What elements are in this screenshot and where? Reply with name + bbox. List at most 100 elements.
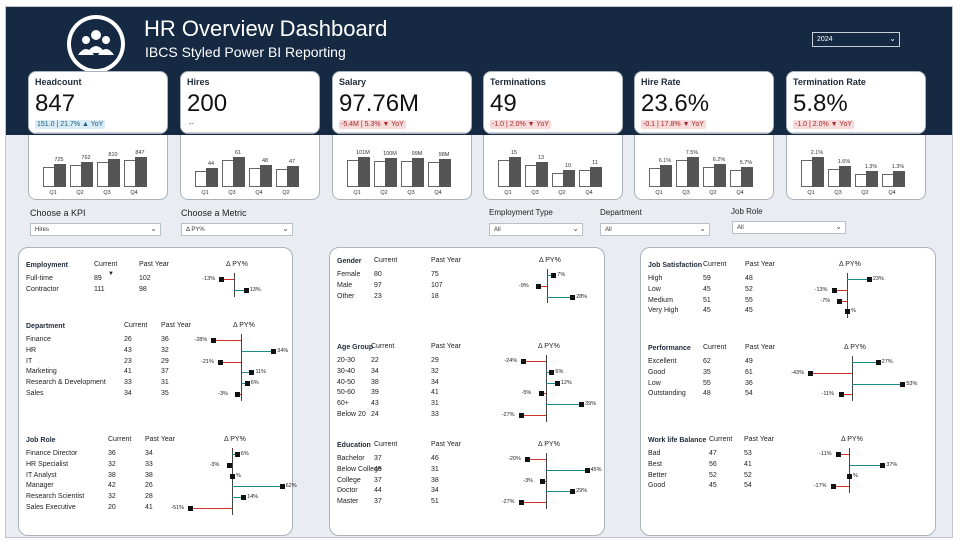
row-past-year-value: 102 — [139, 275, 151, 282]
metric-slicer-label: Choose a Metric — [181, 208, 247, 218]
row-category: Other — [337, 292, 355, 300]
table-row[interactable]: HR Specialist 32 33 — [26, 461, 232, 472]
kpi-card-hires[interactable]: Hires 200 -- — [180, 71, 320, 134]
variance-label: 11% — [255, 369, 267, 376]
kpi-divider — [35, 132, 161, 133]
bar-current — [385, 157, 397, 187]
table-row[interactable]: Sales Executive 20 41 — [26, 504, 232, 515]
row-current-value: 43 — [124, 346, 132, 354]
current-column-header[interactable]: Current — [703, 344, 726, 351]
table-row[interactable]: 30-40 34 32 — [337, 368, 546, 379]
delta-column-header: Δ PY% — [841, 436, 863, 443]
table-row[interactable]: Below College 45 31 — [337, 466, 546, 477]
department-slicer[interactable]: All ⌄ — [600, 223, 710, 236]
variance-pin — [188, 506, 194, 511]
table-row[interactable]: Marketing 41 37 — [26, 368, 241, 379]
variance-label: 34% — [277, 347, 289, 354]
past-year-column-header[interactable]: Past Year — [745, 344, 775, 351]
table-row[interactable]: Medium 51 55 — [648, 297, 847, 308]
past-year-column-header[interactable]: Past Year — [145, 436, 175, 443]
row-current-value: 45 — [703, 307, 711, 315]
table-row[interactable]: Manager 42 26 — [26, 482, 232, 493]
year-dropdown[interactable]: 2024 ⌄ — [812, 32, 900, 47]
table-row[interactable]: Finance 26 36 — [26, 336, 241, 347]
variance-label: -27% — [501, 412, 515, 418]
table-row[interactable]: Contractor 111 98 — [26, 286, 234, 297]
variance-label: -3% — [218, 391, 228, 397]
table-row[interactable]: 60+ 43 31 — [337, 400, 546, 411]
metric-slicer[interactable]: Δ PY% ⌄ — [181, 223, 293, 236]
current-column-header[interactable]: Current — [94, 261, 117, 268]
table-row[interactable]: 50-60 39 41 — [337, 389, 546, 400]
bar-category-label: Q3 — [531, 190, 539, 196]
table-row[interactable]: HR 43 32 — [26, 347, 241, 358]
variance-label: 12% — [560, 379, 572, 386]
bar-value-label: 48 — [261, 158, 269, 165]
table-row[interactable]: Low 55 36 — [648, 380, 852, 391]
past-year-column-header[interactable]: Past Year — [431, 441, 461, 448]
past-year-column-header[interactable]: Past Year — [431, 343, 461, 350]
variance-pin — [279, 484, 285, 490]
bar-category-label: Q1 — [201, 190, 209, 196]
kpi-bar-plot: 6.1% Q1 7.5% Q3 6.2% Q2 5.7% Q4 — [649, 149, 761, 196]
row-current-value: 32 — [108, 493, 116, 501]
current-column-header[interactable]: Current — [374, 257, 397, 264]
table-row[interactable]: Good 35 61 — [648, 369, 852, 380]
variance-bar — [546, 469, 587, 471]
employment-type-slicer[interactable]: All ⌄ — [489, 223, 583, 236]
table-dimension-header: Job Role — [26, 437, 56, 444]
row-past-year-value: 54 — [744, 482, 752, 490]
table-row[interactable]: Male 97 107 — [337, 282, 547, 293]
bar-category-label: Q3 — [834, 190, 842, 196]
kpi-card-termination-rate[interactable]: Termination Rate 5.8% -1.0 | 2.0% ▼ YoY — [786, 71, 926, 134]
current-column-header[interactable]: Current — [374, 441, 397, 448]
table-row[interactable]: Best 56 41 — [648, 461, 849, 472]
kpi-card-hire-rate[interactable]: Hire Rate 23.6% -0.1 | 17.8% ▼ YoY — [634, 71, 774, 134]
past-year-column-header[interactable]: Past Year — [161, 322, 191, 329]
kpi-card-terminations[interactable]: Terminations 49 -1.0 | 2.0% ▼ YoY — [483, 71, 623, 134]
row-category: Research Scientist — [26, 493, 85, 501]
table-row[interactable]: Excellent 62 49 — [648, 358, 852, 369]
bar-value-label: 47 — [288, 159, 296, 166]
past-year-column-header[interactable]: Past Year — [431, 257, 461, 264]
kpi-divider — [641, 132, 767, 133]
current-column-header[interactable]: Current — [124, 322, 147, 329]
past-year-column-header[interactable]: Past Year — [139, 261, 169, 268]
row-past-year-value: 31 — [431, 465, 439, 473]
job-role-slicer[interactable]: All ⌄ — [732, 221, 846, 234]
variance-label: -21% — [201, 358, 214, 365]
table-row[interactable]: Doctor 44 34 — [337, 487, 546, 498]
table-row[interactable]: Other 23 18 — [337, 293, 547, 304]
bar-category-label: Q4 — [255, 190, 263, 196]
past-year-column-header[interactable]: Past Year — [744, 436, 774, 443]
kpi-slicer[interactable]: Hires ⌄ — [30, 223, 161, 236]
current-column-header[interactable]: Current — [703, 261, 726, 268]
current-column-header[interactable]: Current — [108, 436, 131, 443]
table-row[interactable]: Very High 45 45 — [648, 307, 847, 318]
variance-label: 45% — [590, 466, 602, 473]
table-row[interactable]: Sales 34 35 — [26, 390, 241, 401]
row-past-year-value: 36 — [745, 379, 753, 387]
chevron-down-icon: ⌄ — [699, 224, 706, 233]
table-row[interactable]: Research Scientist 32 28 — [26, 493, 232, 504]
table-row[interactable]: College 37 38 — [337, 477, 546, 488]
table-row[interactable]: Better 52 52 — [648, 472, 849, 483]
kpi-title: Termination Rate — [793, 77, 866, 87]
table-row[interactable]: High 59 48 — [648, 275, 847, 286]
table-row[interactable]: IT Analyst 38 38 — [26, 472, 232, 483]
kpi-bar-plot: 44 Q1 61 Q3 48 Q4 47 Q2 — [195, 149, 307, 196]
table-row[interactable]: 40-50 38 34 — [337, 379, 546, 390]
current-column-header[interactable]: Current — [371, 343, 394, 350]
variance-label: 27% — [881, 359, 893, 365]
kpi-card-headcount[interactable]: Headcount 847 151.0 | 21.7% ▲ YoY — [28, 71, 168, 134]
kpi-card-salary[interactable]: Salary 97.76M -5.4M | 5.3% ▼ YoY — [332, 71, 472, 134]
variance-axis — [546, 355, 547, 422]
bar-current — [839, 165, 851, 187]
current-column-header[interactable]: Current — [709, 436, 732, 443]
past-year-column-header[interactable]: Past Year — [745, 261, 775, 268]
table-row[interactable]: Finance Director 36 34 — [26, 450, 232, 461]
table-row[interactable]: Female 80 75 — [337, 271, 547, 282]
table-row[interactable]: Research & Development 33 31 — [26, 379, 241, 390]
sort-desc-icon[interactable]: ▼ — [108, 271, 114, 277]
variance-label: -43% — [791, 369, 804, 376]
